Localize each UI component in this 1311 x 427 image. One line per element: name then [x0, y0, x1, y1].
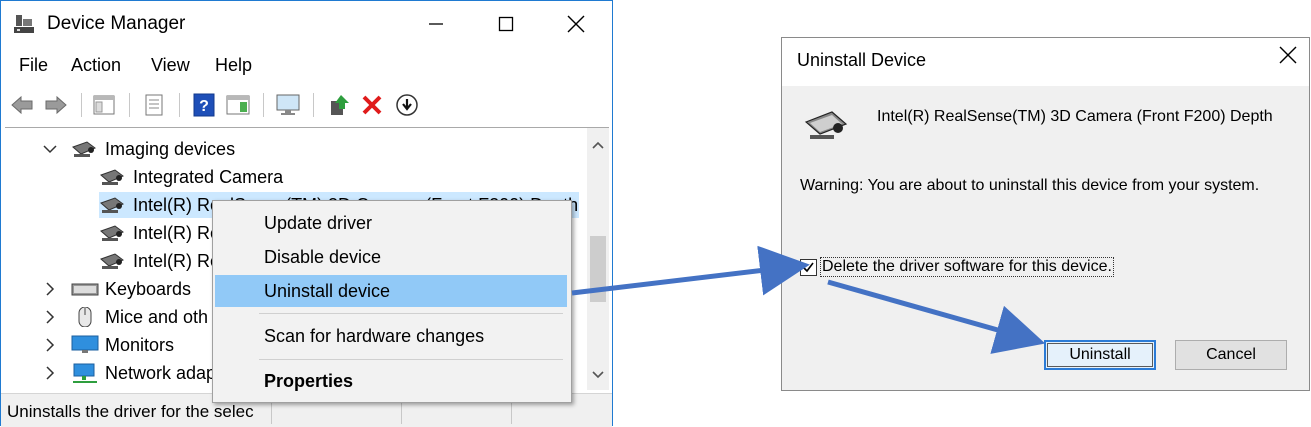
tree-category-imaging-devices[interactable]: Imaging devices	[43, 136, 235, 162]
action-pane-icon	[226, 95, 250, 115]
tree-item-realsense-3[interactable]: Intel(R) Re	[99, 248, 220, 274]
back-arrow-icon	[11, 95, 33, 115]
camera-icon	[804, 111, 848, 139]
close-button[interactable]	[541, 1, 611, 47]
menu-help[interactable]: Help	[215, 55, 252, 76]
forward-arrow-icon	[45, 95, 67, 115]
menu-item-update-driver[interactable]: Update driver	[215, 207, 567, 239]
camera-icon	[100, 197, 124, 213]
action-pane-button[interactable]	[225, 92, 251, 118]
scroll-down-icon	[592, 371, 604, 379]
svg-text:?: ?	[199, 98, 209, 115]
camera-icon	[100, 253, 124, 269]
tree-item-realsense-2[interactable]: Intel(R) Re	[99, 220, 220, 246]
tree-category-label: Network adap	[105, 362, 217, 383]
tree-category-keyboards[interactable]: Keyboards	[45, 276, 191, 302]
menu-bar: File Action View Help	[1, 51, 612, 81]
tree-category-mice[interactable]: Mice and oth	[45, 304, 208, 330]
delete-driver-label: Delete the driver software for this devi…	[820, 257, 1114, 277]
tree-item-label: Intel(R) Re	[133, 222, 221, 243]
scrollbar-thumb[interactable]	[590, 236, 606, 302]
close-icon	[1279, 46, 1297, 64]
menu-view[interactable]: View	[151, 55, 190, 76]
back-button[interactable]	[9, 92, 35, 118]
menu-item-uninstall-device[interactable]: Uninstall device	[215, 275, 567, 307]
dialog-close-button[interactable]	[1279, 46, 1297, 69]
tree-category-network-adapters[interactable]: Network adap	[45, 360, 216, 386]
maximize-icon	[498, 16, 514, 32]
tree-category-label: Imaging devices	[105, 138, 236, 159]
enable-device-button[interactable]	[394, 92, 420, 118]
dialog-body: Intel(R) RealSense(TM) 3D Camera (Front …	[782, 86, 1309, 390]
network-adapter-icon	[73, 363, 97, 383]
menu-file[interactable]: File	[19, 55, 48, 76]
camera-icon	[72, 141, 96, 157]
chevron-right-icon	[46, 338, 55, 352]
show-hide-console-tree-button[interactable]	[91, 92, 117, 118]
properties-icon	[145, 94, 163, 116]
minimize-icon	[429, 23, 443, 25]
menu-action[interactable]: Action	[71, 55, 121, 76]
help-button[interactable]: ?	[191, 92, 217, 118]
camera-icon	[100, 225, 124, 241]
device-name: Intel(R) RealSense(TM) 3D Camera (Front …	[877, 108, 1273, 125]
menu-item-properties[interactable]: Properties	[215, 365, 567, 397]
update-driver-icon	[331, 95, 349, 115]
delete-driver-checkbox[interactable]	[800, 258, 817, 276]
camera-icon	[100, 169, 124, 185]
delete-driver-option[interactable]: Delete the driver software for this devi…	[800, 257, 1114, 277]
help-icon: ?	[193, 93, 215, 117]
tree-item-integrated-camera[interactable]: Integrated Camera	[99, 164, 283, 190]
monitor-scan-icon	[276, 94, 300, 115]
update-driver-button[interactable]	[327, 92, 353, 118]
title-bar: Device Manager	[1, 1, 612, 47]
menu-item-disable-device[interactable]: Disable device	[215, 241, 567, 273]
uninstall-device-dialog: Uninstall Device Intel(R) RealSense(TM) …	[781, 37, 1310, 391]
tree-item-label: Integrated Camera	[133, 166, 284, 187]
chevron-down-icon	[43, 145, 57, 154]
forward-button[interactable]	[43, 92, 69, 118]
tree-item-label: Intel(R) Re	[133, 250, 221, 271]
tree-category-label: Monitors	[105, 334, 175, 355]
menu-item-scan-hardware[interactable]: Scan for hardware changes	[215, 320, 567, 352]
scan-hardware-button[interactable]	[275, 92, 301, 118]
close-icon	[567, 15, 585, 33]
dialog-title: Uninstall Device	[797, 50, 927, 70]
maximize-button[interactable]	[471, 1, 541, 47]
monitor-icon	[71, 335, 99, 353]
checkmark-icon	[803, 262, 814, 272]
context-menu: Update driver Disable device Uninstall d…	[212, 200, 572, 403]
mouse-icon	[78, 307, 92, 327]
tree-category-label: Mice and oth	[105, 306, 209, 327]
warning-text: Warning: You are about to uninstall this…	[800, 177, 1260, 194]
menu-separator	[259, 359, 563, 360]
scroll-up-icon	[592, 141, 604, 149]
uninstall-button[interactable]: Uninstall	[1044, 340, 1156, 370]
window-title: Device Manager	[47, 13, 186, 34]
cancel-button[interactable]: Cancel	[1175, 340, 1287, 370]
console-tree-icon	[93, 95, 115, 115]
red-x-icon	[362, 95, 382, 115]
properties-button[interactable]	[141, 92, 167, 118]
tree-category-label: Keyboards	[105, 278, 192, 299]
menu-separator	[259, 313, 563, 314]
chevron-right-icon	[46, 366, 55, 380]
download-circle-icon	[396, 94, 418, 116]
chevron-right-icon	[46, 282, 55, 296]
vertical-scrollbar[interactable]	[587, 128, 609, 390]
uninstall-device-button[interactable]	[359, 92, 385, 118]
tree-category-monitors[interactable]: Monitors	[45, 332, 174, 358]
status-text: Uninstalls the driver for the selec	[7, 402, 254, 421]
minimize-button[interactable]	[401, 1, 471, 47]
device-manager-icon	[14, 15, 34, 33]
keyboard-icon	[71, 283, 99, 296]
toolbar: ?	[1, 85, 612, 125]
chevron-right-icon	[46, 310, 55, 324]
